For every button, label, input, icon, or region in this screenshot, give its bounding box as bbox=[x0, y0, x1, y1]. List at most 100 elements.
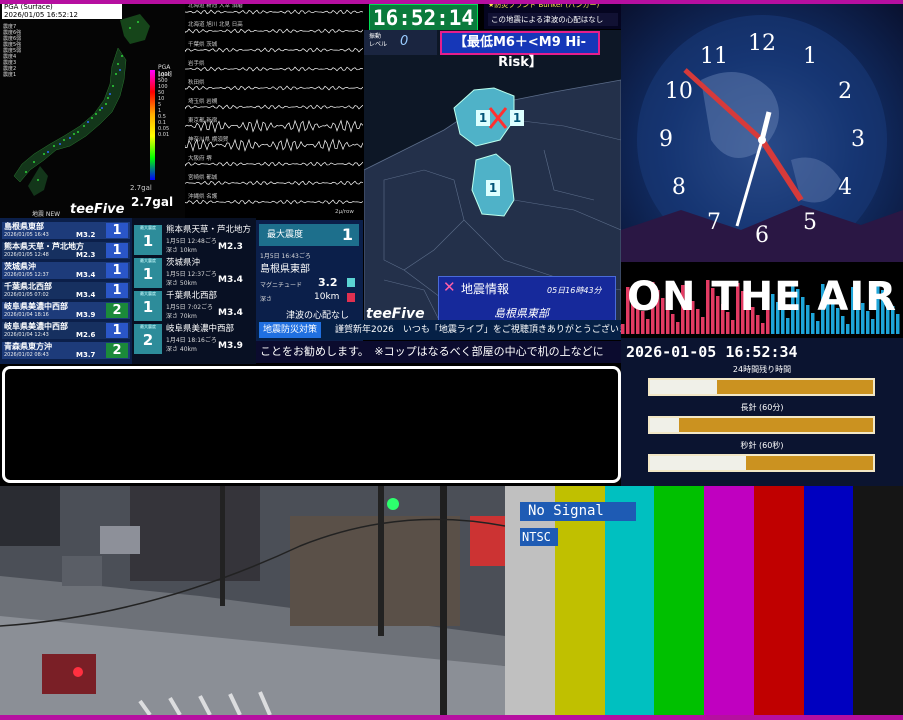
list-row: 茨城県沖 2026/01/05 12:37 M3.4 1 bbox=[2, 262, 130, 279]
wave-label: 東京都 新宿 bbox=[188, 118, 218, 124]
color-bar bbox=[704, 486, 754, 715]
earthquake-cards: 最大震度 1 熊本県天草・芦北地方 1月5日 12:48ごろ 深さ 10km M2.3 最大… bbox=[132, 218, 256, 364]
card-date: 1月5日 12:37ごろ bbox=[166, 271, 217, 278]
clock-number: 5 bbox=[803, 210, 817, 235]
digital-datetime: 2026-01-05 16:52:34 bbox=[626, 343, 798, 361]
detail-depth-value: 10km bbox=[314, 292, 340, 302]
map-shindo-marker: 1 bbox=[476, 110, 490, 126]
color-bar bbox=[654, 486, 704, 715]
detail-mag-value: 3.2 bbox=[318, 276, 338, 289]
list-row: 岐阜県美濃中西部 2026/01/04 18:16 M3.9 2 bbox=[2, 302, 130, 319]
progress-second bbox=[648, 454, 875, 472]
pga-shindo-list: 震度7 震度6強 震度6弱 震度5強 震度5弱 震度4 震度3 震度2 震度1 bbox=[3, 24, 21, 78]
bunker-banner: ★防災ブランド Bunker (バンカー) この地震による津波の心配はなし bbox=[484, 0, 621, 29]
digital-clock-panel: 2026-01-05 16:52:34 24時間残り時間 長針 (60分) 秒針… bbox=[621, 338, 903, 486]
wave-footer: 2μ/row bbox=[335, 209, 354, 215]
color-bar bbox=[753, 486, 804, 715]
row-shindo: 1 bbox=[106, 323, 128, 338]
earthquake-card: 最大震度 1 茨城県沖 1月5日 12:37ごろ 深さ 50km M3.4 bbox=[133, 257, 254, 289]
eq-info-title: 地震情報 bbox=[461, 282, 510, 296]
card-badge: 最大震度 2 bbox=[134, 324, 162, 354]
on-air-panel: ON THE AIR bbox=[621, 262, 903, 340]
clock-number: 7 bbox=[707, 210, 721, 235]
wave-label: 埼玉県 岩槻 bbox=[188, 99, 218, 105]
wave-label: 大阪府 堺 bbox=[188, 156, 212, 162]
analog-clock-panel: 12 1 2 3 4 5 6 7 8 9 10 11 bbox=[621, 0, 903, 270]
row-magnitude: M3.4 bbox=[76, 291, 96, 299]
waveform-panel: 北海道 新冠 大幸 須磨 北海道 旭川 北見 日高 千葉県 茨城 岩手県 秋田県… bbox=[185, 0, 363, 218]
progress-minute-fill bbox=[650, 418, 679, 432]
row-date: 2026/01/05 07:02 bbox=[4, 292, 49, 298]
badge-value: 1 bbox=[142, 232, 154, 250]
list-row: 熊本県天草・芦北地方 2026/01/05 12:48 M2.3 1 bbox=[2, 242, 130, 259]
level-value: 0 bbox=[400, 34, 409, 49]
earthquake-card: 最大震度 1 熊本県天草・芦北地方 1月5日 12:48ごろ 深さ 10km M2.3 bbox=[133, 224, 254, 256]
epicenter-icon: ✕ bbox=[443, 278, 456, 296]
list-row: 島根県東部 2026/01/05 16:43 M3.2 1 bbox=[2, 222, 130, 239]
map-shindo-marker: 1 bbox=[510, 110, 524, 126]
wave-label: 千葉県 茨城 bbox=[188, 42, 218, 48]
clock-number: 1 bbox=[803, 44, 817, 69]
badge-label: 最大震度 bbox=[140, 258, 156, 263]
waveform-trace bbox=[185, 180, 363, 186]
waveform-trace bbox=[185, 47, 363, 53]
analog-clock: 12 12 3 45 6 78 9 10 11 bbox=[621, 15, 903, 270]
audio-bar bbox=[786, 318, 790, 334]
card-badge: 最大震度 1 bbox=[134, 258, 162, 288]
clock-number: 6 bbox=[755, 223, 769, 248]
header-clock-box: 16:52:14 bbox=[369, 4, 478, 31]
row-region: 千葉県北西部 bbox=[4, 282, 52, 291]
level-label: 振動 レベル bbox=[369, 33, 387, 49]
card-depth: 深さ 50km bbox=[166, 280, 197, 287]
eq-info-date: 05日16時43分 bbox=[547, 286, 602, 295]
clock-number: 11 bbox=[700, 44, 728, 69]
row-shindo: 2 bbox=[106, 303, 128, 318]
waveform-trace bbox=[185, 85, 363, 91]
clock-number: 8 bbox=[672, 175, 686, 200]
row-region: 岐阜県美濃中西部 bbox=[4, 302, 68, 311]
risk-banner: 【最低M6＋<M9 Hi-Risk】 bbox=[440, 31, 600, 70]
detail-depth-label: 深さ bbox=[260, 296, 273, 303]
ticker-top: 地震防災対策 謹賀新年2026 いつも「地震ライブ」をご視聴頂きありがとうござい… bbox=[257, 320, 641, 340]
pga-title: PGA (Surface) bbox=[2, 3, 122, 11]
badge-value: 1 bbox=[142, 298, 154, 316]
eq-info-region: 島根県東部 bbox=[494, 307, 549, 320]
card-title: 千葉県北西部 bbox=[166, 291, 218, 301]
card-date: 1月4日 18:16ごろ bbox=[166, 337, 217, 344]
row-region: 岐阜県美濃中西部 bbox=[4, 322, 68, 331]
progress-24h bbox=[648, 378, 875, 396]
card-magnitude: M3.9 bbox=[218, 341, 243, 351]
waveform-graphic bbox=[185, 9, 363, 205]
row-region: 茨城県沖 bbox=[4, 262, 36, 271]
list-row: 千葉県北西部 2026/01/05 07:02 M3.4 1 bbox=[2, 282, 130, 299]
bunker-message: この地震による津波の心配はなし bbox=[488, 13, 618, 26]
pga-value: 2.7gal bbox=[131, 195, 174, 209]
card-title: 岐阜県美濃中西部 bbox=[166, 324, 235, 334]
row-magnitude: M3.9 bbox=[76, 311, 96, 319]
row-shindo: 1 bbox=[106, 223, 128, 238]
message-box bbox=[2, 366, 621, 483]
level-label-2: レベル bbox=[369, 41, 388, 48]
ticker-bottom: ことをお勧めします。 ※コップはなるべく部屋の中心で机の上などに bbox=[256, 341, 621, 363]
waveform-trace bbox=[185, 28, 363, 34]
ticker-bottom-text: ことをお勧めします。 ※コップはなるべく部屋の中心で机の上などに bbox=[260, 345, 604, 358]
audio-bar bbox=[871, 319, 875, 334]
label-24h: 24時間残り時間 bbox=[732, 365, 792, 374]
row-shindo: 1 bbox=[106, 283, 128, 298]
depth-swatch bbox=[347, 293, 355, 302]
on-air-text: ON THE AIR bbox=[627, 274, 898, 320]
clock-number: 9 bbox=[659, 127, 673, 152]
wave-label: 秋田県 bbox=[188, 80, 205, 86]
card-magnitude: M3.4 bbox=[218, 275, 243, 285]
card-depth: 深さ 10km bbox=[166, 247, 197, 254]
detail-head-value: 1 bbox=[341, 225, 353, 244]
waveform-trace bbox=[185, 66, 363, 72]
progress-second-fill bbox=[650, 456, 746, 470]
card-date: 1月5日 7:02ごろ bbox=[166, 304, 214, 311]
live-camera-feed bbox=[0, 486, 505, 715]
badge-label: 最大震度 bbox=[140, 291, 156, 296]
progress-minute bbox=[648, 416, 875, 434]
clock-center bbox=[758, 136, 766, 144]
progress-24h-fill bbox=[650, 380, 717, 394]
row-region: 青森県東方沖 bbox=[4, 342, 52, 351]
